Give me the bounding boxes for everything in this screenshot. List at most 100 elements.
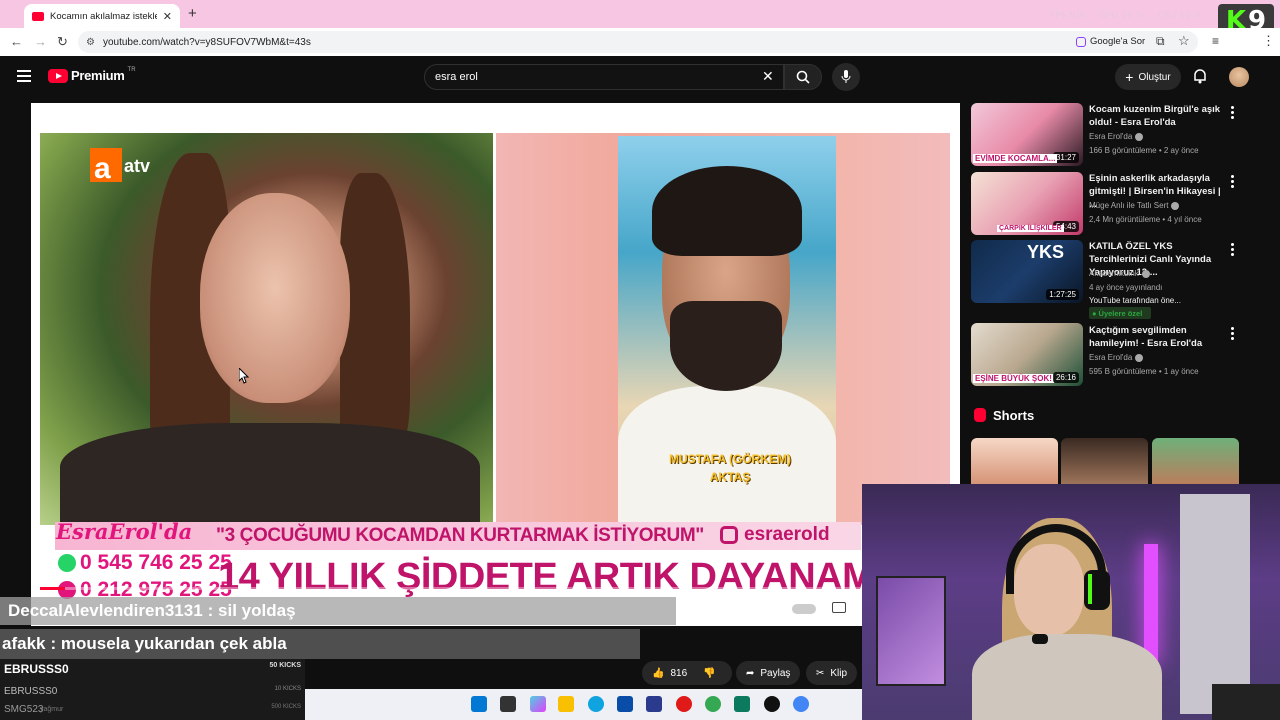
search-value: esra erol <box>435 71 478 83</box>
recommendation-channel[interactable]: Esra Erol'da <box>1089 132 1144 141</box>
shorts-icon <box>974 408 986 422</box>
short-thumbnail[interactable] <box>1152 438 1239 488</box>
video-progress-fill <box>40 587 65 590</box>
new-tab-button[interactable]: + <box>188 5 197 22</box>
recommendation-thumbnail[interactable]: YKS 1:27:25 <box>971 240 1083 303</box>
recommendation-thumbnail[interactable]: 31:27 EVİMDE KOCAMLA... <box>971 103 1083 166</box>
svg-text:atv: atv <box>124 156 150 176</box>
verified-icon <box>1135 353 1144 362</box>
gpu-readout: GPU 19 % <box>1099 11 1144 21</box>
subtitles-icon[interactable] <box>832 602 846 613</box>
headline: 14 YILLIK ŞİDDETE ARTIK DAYANAM <box>218 556 874 598</box>
like-count: 816 <box>670 667 688 679</box>
verified-icon <box>1135 132 1144 141</box>
task-view-icon[interactable] <box>500 696 516 712</box>
photo-caption-surname: AKTAŞ <box>709 470 751 484</box>
recommendation-channel[interactable]: AkademikLink <box>1089 269 1150 278</box>
store-icon[interactable] <box>617 696 633 712</box>
video-progress-track[interactable] <box>40 587 860 590</box>
instagram-text: esraerold <box>744 524 830 545</box>
short-thumbnail[interactable] <box>1061 438 1148 488</box>
leaderboard-value: 10 KICKS <box>274 686 301 692</box>
leaderboard-row: EBRUSSS0 50 KICKS <box>0 662 305 676</box>
copilot-icon[interactable] <box>530 696 546 712</box>
members-icon: ● <box>1092 308 1097 318</box>
url-text: youtube.com/watch?v=y8SUFOV7WbM&t=43s <box>102 36 311 48</box>
verified-icon <box>1171 201 1180 210</box>
browser-tab[interactable]: Kocamın akılalmaz istekleri var! ✕ <box>24 4 180 28</box>
video-duration: 1:27:25 <box>1046 289 1079 300</box>
vpn-app-icon[interactable] <box>646 696 662 712</box>
recommendation-title[interactable]: Kaçtığım sevgilimden hamileyim! - Esra E… <box>1089 324 1225 350</box>
cpu-readout: CPU 16 % <box>1157 11 1202 21</box>
video-duration: 26:16 <box>1052 372 1079 383</box>
logo-text: Premium <box>71 68 125 83</box>
more-options-icon[interactable] <box>1231 106 1235 121</box>
like-button[interactable]: 👍 816 <box>652 668 687 679</box>
recommendation-thumbnail[interactable]: 54:43 ÇARPIK İLİŞKİLER <box>971 172 1083 235</box>
hamburger-menu-icon[interactable] <box>17 70 31 82</box>
edge-browser-icon[interactable] <box>588 696 604 712</box>
instagram-handle: esraerold <box>720 524 830 546</box>
recommendation-channel[interactable]: Müge Anlı ile Tatlı Sert <box>1089 201 1180 210</box>
leaderboard-name: SMG523 <box>4 704 44 715</box>
recommendation-meta: 4 ay önce yayınlandı <box>1089 283 1163 292</box>
instagram-icon <box>720 526 738 544</box>
chat-text: : sil yoldaş <box>207 601 296 620</box>
voice-search-button[interactable] <box>832 63 860 91</box>
more-options-icon[interactable] <box>1231 243 1235 258</box>
recommendation-meta: 166 B görüntüleme • 2 ay önce <box>1089 146 1199 155</box>
forward-arrow-icon[interactable]: → <box>34 34 47 49</box>
clear-search-icon[interactable]: ✕ <box>762 68 774 85</box>
episode-title: "3 ÇOCUĞUMU KOCAMDAN KURTARMAK İSTİYORUM… <box>216 525 704 546</box>
cast-icon[interactable]: ⧉ <box>1156 34 1165 49</box>
more-options-icon[interactable] <box>1231 175 1235 190</box>
share-button[interactable]: ➦ Paylaş <box>736 661 801 685</box>
channel-name: AkademikLink <box>1089 269 1139 278</box>
tab-title: Kocamın akılalmaz istekleri var! <box>50 10 157 22</box>
logo-region: TR <box>127 66 136 73</box>
short-thumbnail[interactable] <box>971 438 1058 488</box>
more-options-icon[interactable] <box>1231 327 1235 342</box>
reload-icon[interactable]: ↻ <box>57 34 68 50</box>
autoplay-toggle[interactable] <box>792 604 816 614</box>
address-bar[interactable]: ⚙ youtube.com/watch?v=y8SUFOV7WbM&t=43s <box>78 31 1198 53</box>
thumbs-down-icon: 👎 <box>703 667 716 679</box>
browser-menu-icon[interactable]: ⋮ <box>1262 33 1275 49</box>
dislike-button[interactable]: 👎 <box>703 668 715 679</box>
notifications-bell-icon[interactable] <box>1193 68 1207 84</box>
tab-close-icon[interactable]: ✕ <box>163 10 172 23</box>
site-info-icon[interactable]: ⚙ <box>86 37 95 48</box>
channel-name: Esra Erol'da <box>1089 132 1133 141</box>
thumbs-up-icon: 👍 <box>652 667 665 679</box>
recommendation-meta: 2,4 Mn görüntüleme • 4 yıl önce <box>1089 215 1202 224</box>
chrome-icon[interactable] <box>705 696 721 712</box>
start-menu-icon[interactable] <box>471 696 487 712</box>
avatar[interactable] <box>1229 67 1249 87</box>
extensions-icon[interactable]: ≡ <box>1212 34 1219 48</box>
channel-name: Esra Erol'da <box>1089 353 1133 362</box>
opera-icon[interactable] <box>676 696 692 712</box>
leaderboard-name: EBRUSSS0 <box>4 662 69 676</box>
thumbnail-caption: YKS <box>1027 242 1065 262</box>
recommendation-channel[interactable]: Esra Erol'da <box>1089 353 1144 362</box>
recommendation-title[interactable]: Kocam kuzenim Birgül'e aşık oldu! - Esra… <box>1089 103 1225 129</box>
search-button[interactable] <box>784 64 822 90</box>
photo-caption: MUSTAFA (GÖRKEM) AKTAŞ <box>640 450 820 486</box>
youtube-premium-logo[interactable]: Premium TR <box>48 66 136 83</box>
clip-button[interactable]: ✂ Klip <box>806 661 858 685</box>
leaderboard-gift-label: yağmur <box>40 706 64 713</box>
terminal-icon[interactable] <box>734 696 750 712</box>
file-explorer-icon[interactable] <box>558 696 574 712</box>
chrome-active-icon[interactable] <box>793 696 809 712</box>
bookmark-star-icon[interactable]: ☆ <box>1178 33 1190 49</box>
lens-icon <box>1076 36 1086 47</box>
back-arrow-icon[interactable]: ← <box>10 34 23 49</box>
create-button[interactable]: + Oluştur <box>1115 64 1181 90</box>
google-ask-button[interactable]: Google'a Sor <box>1076 36 1145 47</box>
plus-icon: + <box>1125 69 1134 85</box>
chat-username: afakk <box>2 634 46 653</box>
search-input[interactable]: esra erol <box>424 64 784 90</box>
obs-icon[interactable] <box>764 696 780 712</box>
recommendation-thumbnail[interactable]: EŞİNE BÜYÜK ŞOK! 26:16 <box>971 323 1083 386</box>
